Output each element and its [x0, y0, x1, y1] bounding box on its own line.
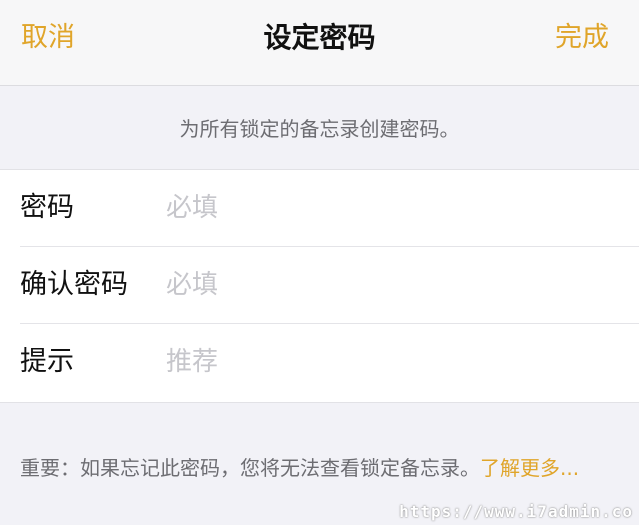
- password-row: 密码: [20, 170, 639, 247]
- done-button[interactable]: 完成: [555, 20, 609, 56]
- hint-row: 提示: [20, 324, 639, 401]
- password-form: 密码 确认密码 提示: [0, 169, 639, 403]
- password-input[interactable]: [166, 188, 606, 228]
- watermark: https://www.i7admin.co: [399, 502, 633, 521]
- page-title: 设定密码: [263, 21, 376, 54]
- navigation-bar: 取消 设定密码 完成: [0, 0, 639, 86]
- password-label: 密码: [20, 192, 74, 223]
- hint-input[interactable]: [166, 342, 606, 382]
- confirm-password-label: 确认密码: [20, 269, 128, 300]
- learn-more-link[interactable]: 了解更多...: [480, 456, 579, 480]
- footer-warning-text: 重要：如果忘记此密码，您将无法查看锁定备忘录。: [20, 456, 480, 480]
- hint-label: 提示: [20, 346, 74, 377]
- description-text: 为所有锁定的备忘录创建密码。: [179, 117, 460, 141]
- footer-note: 重要：如果忘记此密码，您将无法查看锁定备忘录。了解更多...: [20, 453, 610, 484]
- confirm-password-input[interactable]: [166, 265, 606, 305]
- confirm-password-row: 确认密码: [20, 247, 639, 324]
